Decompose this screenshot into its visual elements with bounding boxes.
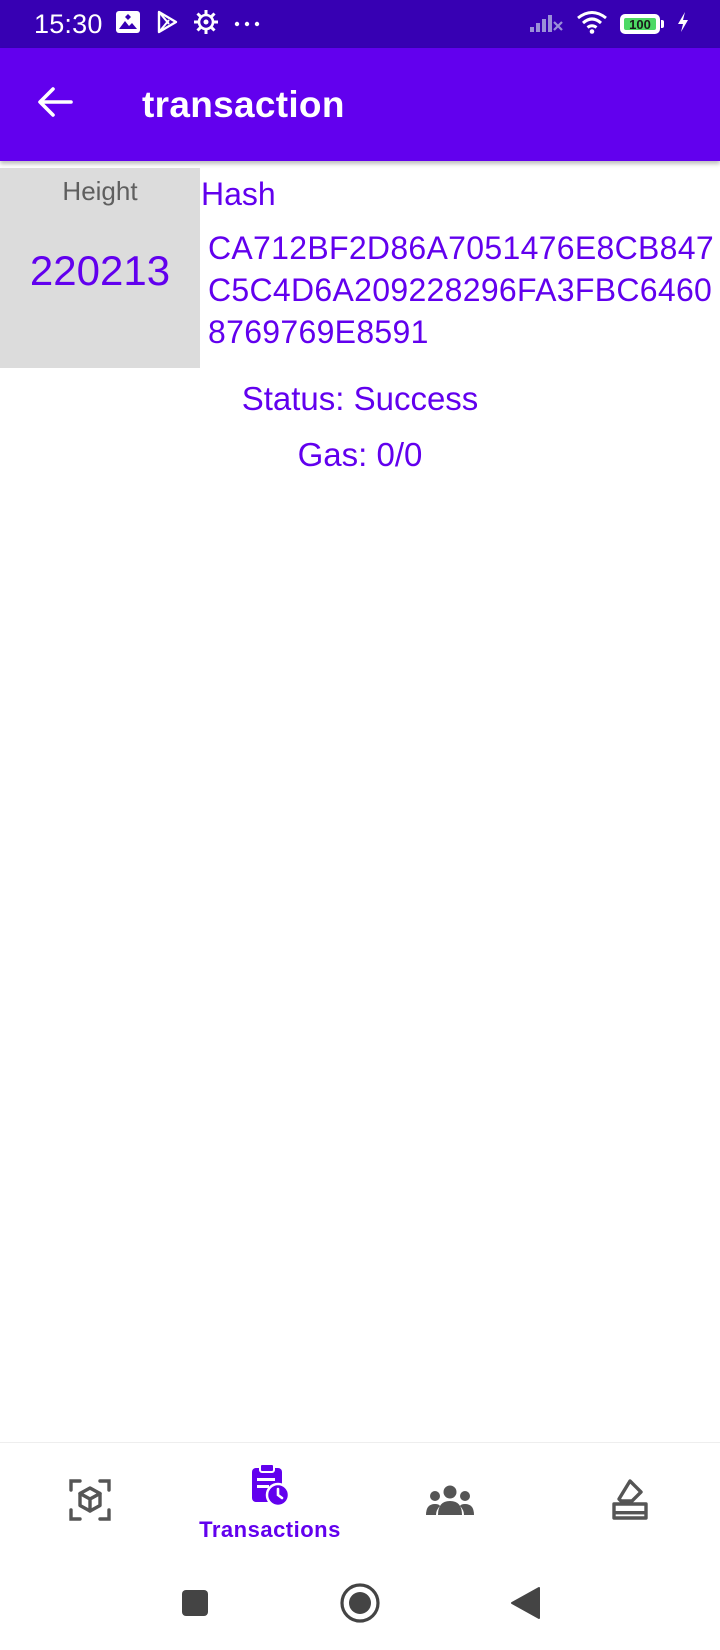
height-label: Height: [62, 176, 138, 206]
hash-value[interactable]: CA712BF2D86A7051476E8CB847C5C4D6A2092282…: [208, 227, 718, 353]
hash-label: Hash: [201, 176, 276, 212]
bottom-navigation: Transactions: [0, 1442, 720, 1560]
signal-icon: [528, 10, 564, 39]
play-store-icon: [155, 10, 179, 39]
more-dots-icon: [233, 15, 261, 33]
nav-item-validators[interactable]: [360, 1443, 540, 1561]
status-right-icons: 100: [528, 0, 690, 48]
back-button[interactable]: [25, 75, 85, 135]
cube-scan-icon: [68, 1478, 112, 1527]
recents-button[interactable]: [170, 1580, 220, 1630]
height-value[interactable]: 220213: [30, 247, 170, 295]
gas-text: Gas: 0/0: [297, 436, 423, 473]
hash-cell: Hash CA712BF2D86A7051476E8CB847C5C4D6A20…: [200, 168, 720, 368]
eraser-tray-icon: [610, 1478, 650, 1527]
back-triangle-icon: [509, 1586, 541, 1625]
settings-gear-icon: [193, 9, 219, 40]
battery-icon: 100: [620, 14, 664, 34]
home-circle-icon: [339, 1582, 381, 1629]
people-group-icon: [425, 1483, 475, 1522]
charging-icon: [676, 11, 690, 38]
home-button[interactable]: [335, 1580, 385, 1630]
status-time: 15:30: [34, 8, 103, 39]
app-bar: transaction: [0, 48, 720, 161]
nav-item-transactions[interactable]: Transactions: [180, 1443, 360, 1561]
battery-level: 100: [629, 16, 651, 32]
status-text: Status: Success: [241, 380, 479, 417]
arrow-back-icon: [37, 86, 73, 123]
nav-label-transactions: Transactions: [199, 1516, 341, 1542]
nav-item-governance[interactable]: [540, 1443, 720, 1561]
status-bar: 15:30 100: [0, 0, 720, 48]
nav-item-blocks[interactable]: [0, 1443, 180, 1561]
photos-icon: [115, 10, 141, 39]
transaction-row: Height 220213 Hash CA712BF2D86A7051476E8…: [0, 168, 720, 368]
clipboard-clock-icon: [248, 1462, 292, 1513]
transaction-detail: Height 220213 Hash CA712BF2D86A7051476E8…: [0, 168, 720, 474]
page-title: transaction: [142, 83, 345, 125]
system-back-button[interactable]: [500, 1580, 550, 1630]
recents-square-icon: [180, 1588, 210, 1623]
system-navigation-bar: [0, 1560, 720, 1650]
wifi-icon: [576, 10, 608, 39]
status-left-icons: [115, 9, 261, 40]
height-cell: Height 220213: [0, 168, 200, 368]
